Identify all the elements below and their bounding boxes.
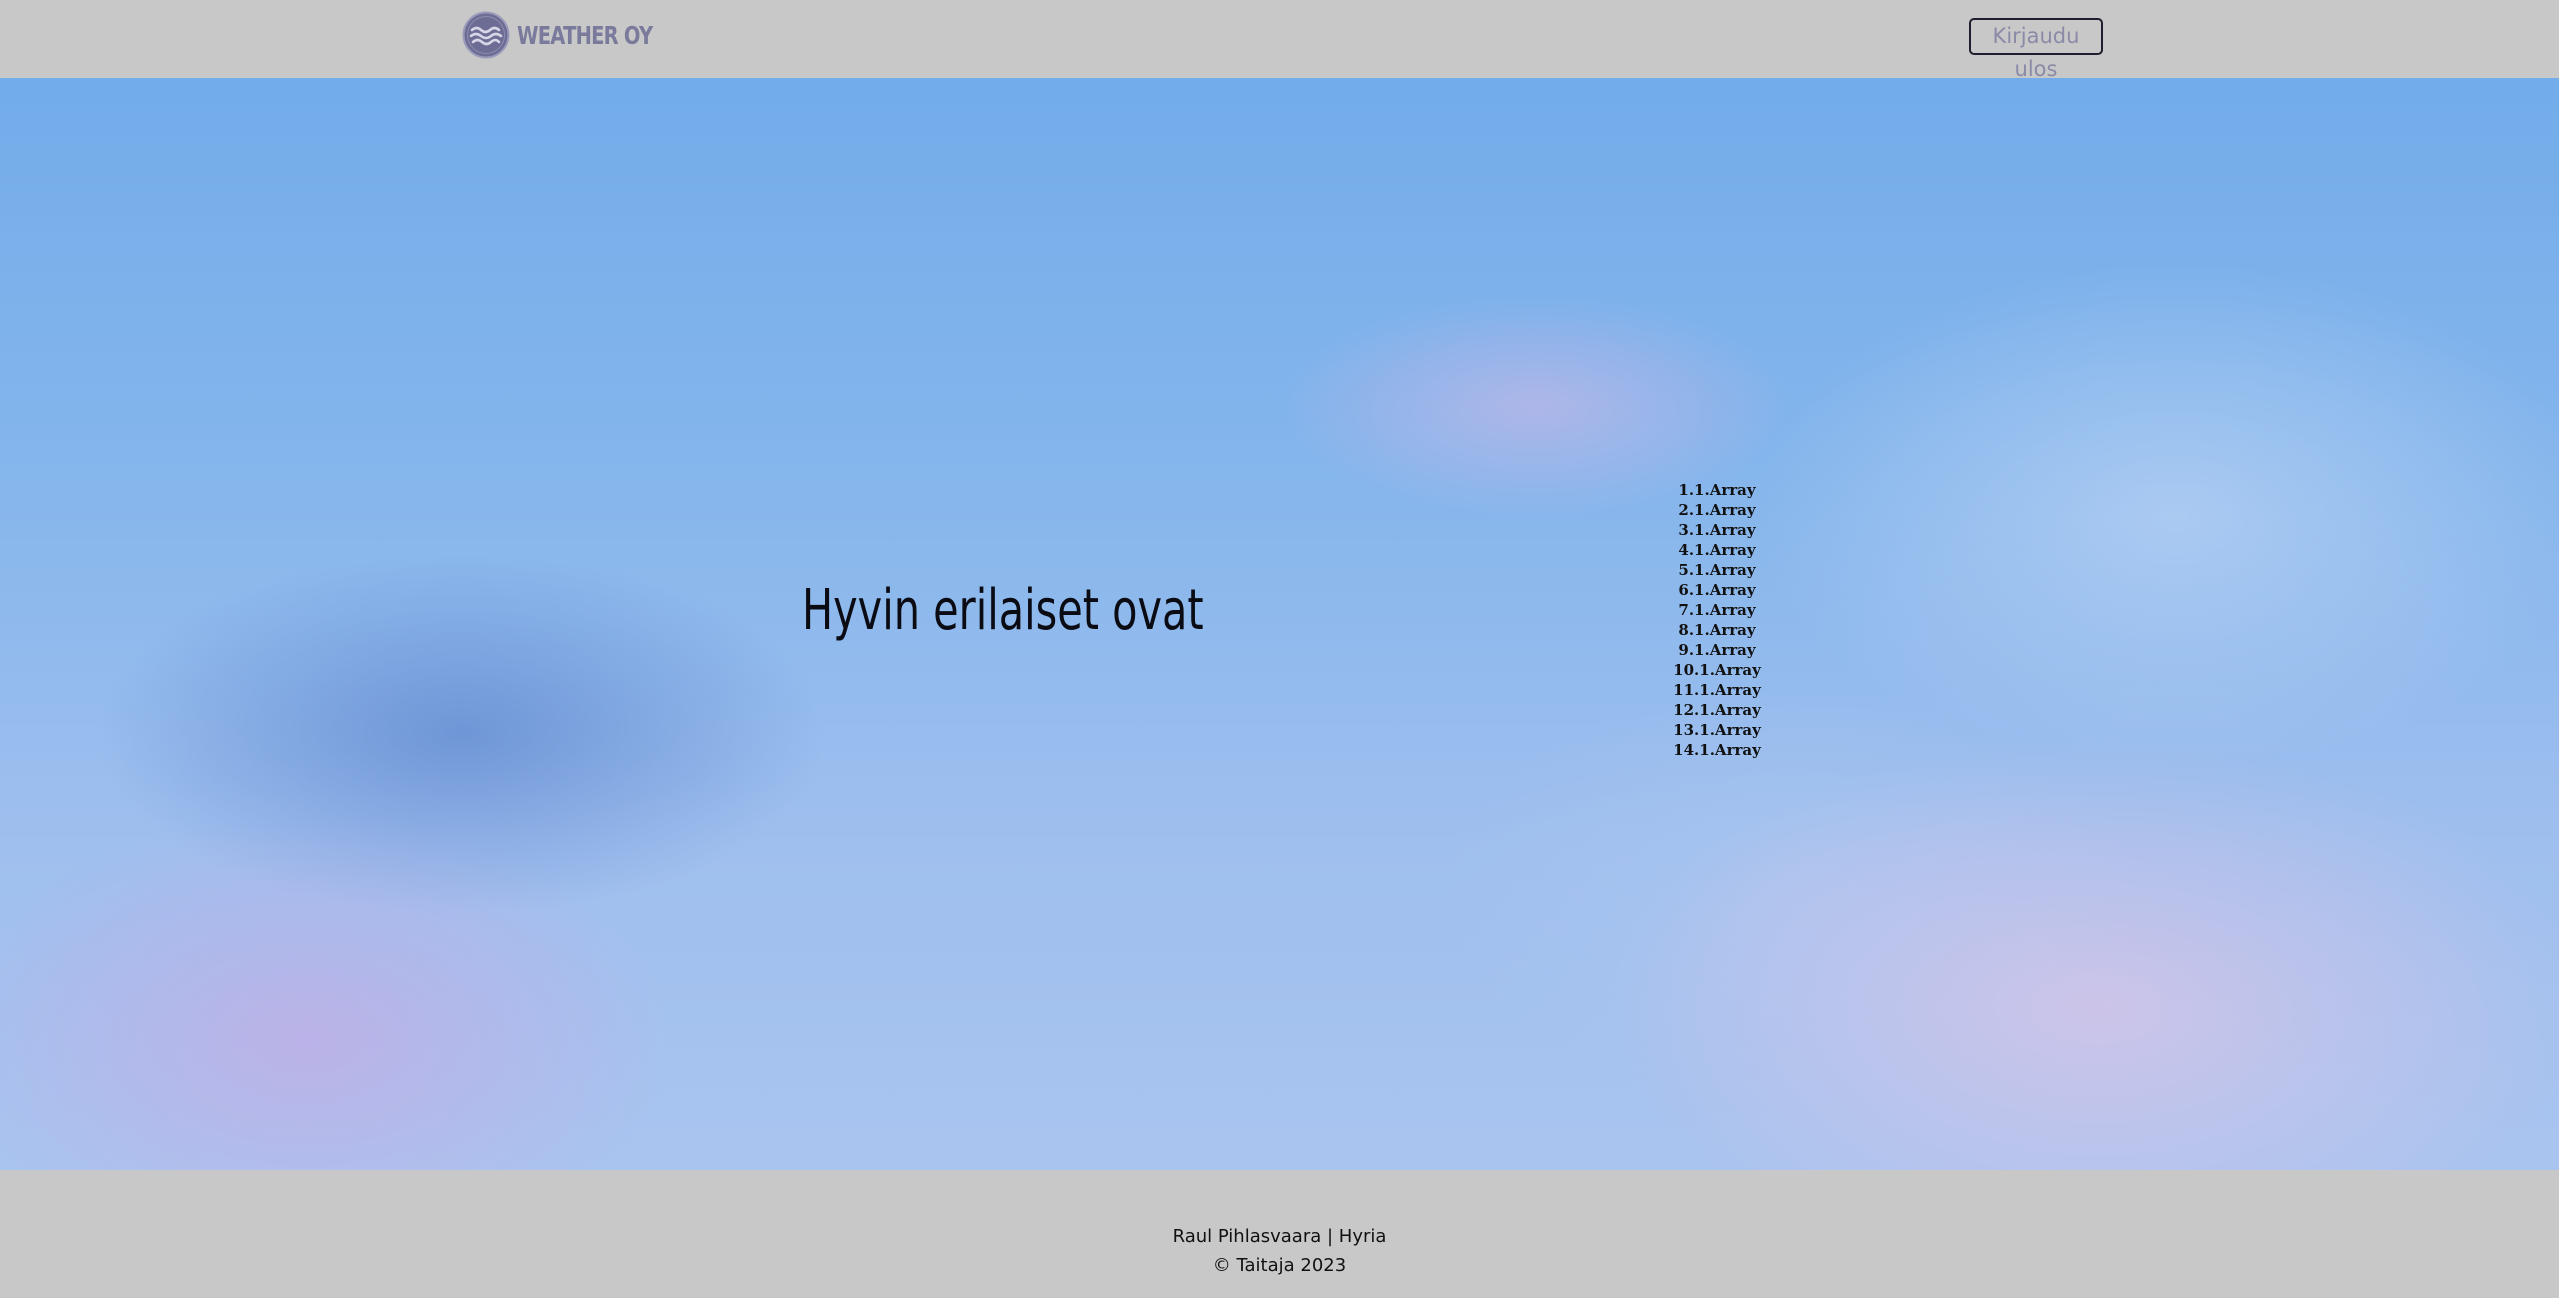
hero-section: Hyvin erilaiset ovat 1.1.Array 2.1.Array 3… — [0, 78, 2559, 1170]
list-item: 6.1.Array — [1678, 581, 1756, 599]
list-item: 12.1.Array — [1673, 701, 1761, 719]
brand-name: WEATHER OY — [517, 20, 653, 50]
list-item: 8.1.Array — [1678, 621, 1756, 639]
list-item: 5.1.Array — [1678, 561, 1756, 579]
list-item: 1.1.Array — [1678, 481, 1756, 499]
list-item: 3.1.Array — [1678, 521, 1756, 539]
brand[interactable]: WEATHER OY — [462, 10, 691, 60]
array-list: 1.1.Array 2.1.Array 3.1.Array 4.1.Array 5.1.… — [1657, 480, 1777, 760]
footer-copyright: © Taitaja 2023 — [1212, 1255, 1347, 1276]
waves-logo-icon — [462, 11, 510, 59]
logout-button[interactable]: Kirjaudu ulos — [1969, 18, 2103, 81]
footer: Raul Pihlasvaara | Hyria © Taitaja 2023 — [0, 1170, 2559, 1298]
list-item: 4.1.Array — [1678, 541, 1756, 559]
list-item: 13.1.Array — [1673, 721, 1761, 739]
list-item: 2.1.Array — [1678, 501, 1756, 519]
hero-title: Hyvin erilaiset ovat — [802, 578, 1204, 643]
list-item: 7.1.Array — [1678, 601, 1756, 619]
top-navbar: WEATHER OY Kirjaudu ulos — [0, 0, 2559, 81]
list-item: 11.1.Array — [1673, 681, 1761, 699]
list-item: 14.1.Array — [1673, 741, 1761, 759]
list-item: 9.1.Array — [1678, 641, 1756, 659]
list-item: 10.1.Array — [1673, 661, 1761, 679]
footer-author: Raul Pihlasvaara | Hyria — [1172, 1226, 1387, 1247]
